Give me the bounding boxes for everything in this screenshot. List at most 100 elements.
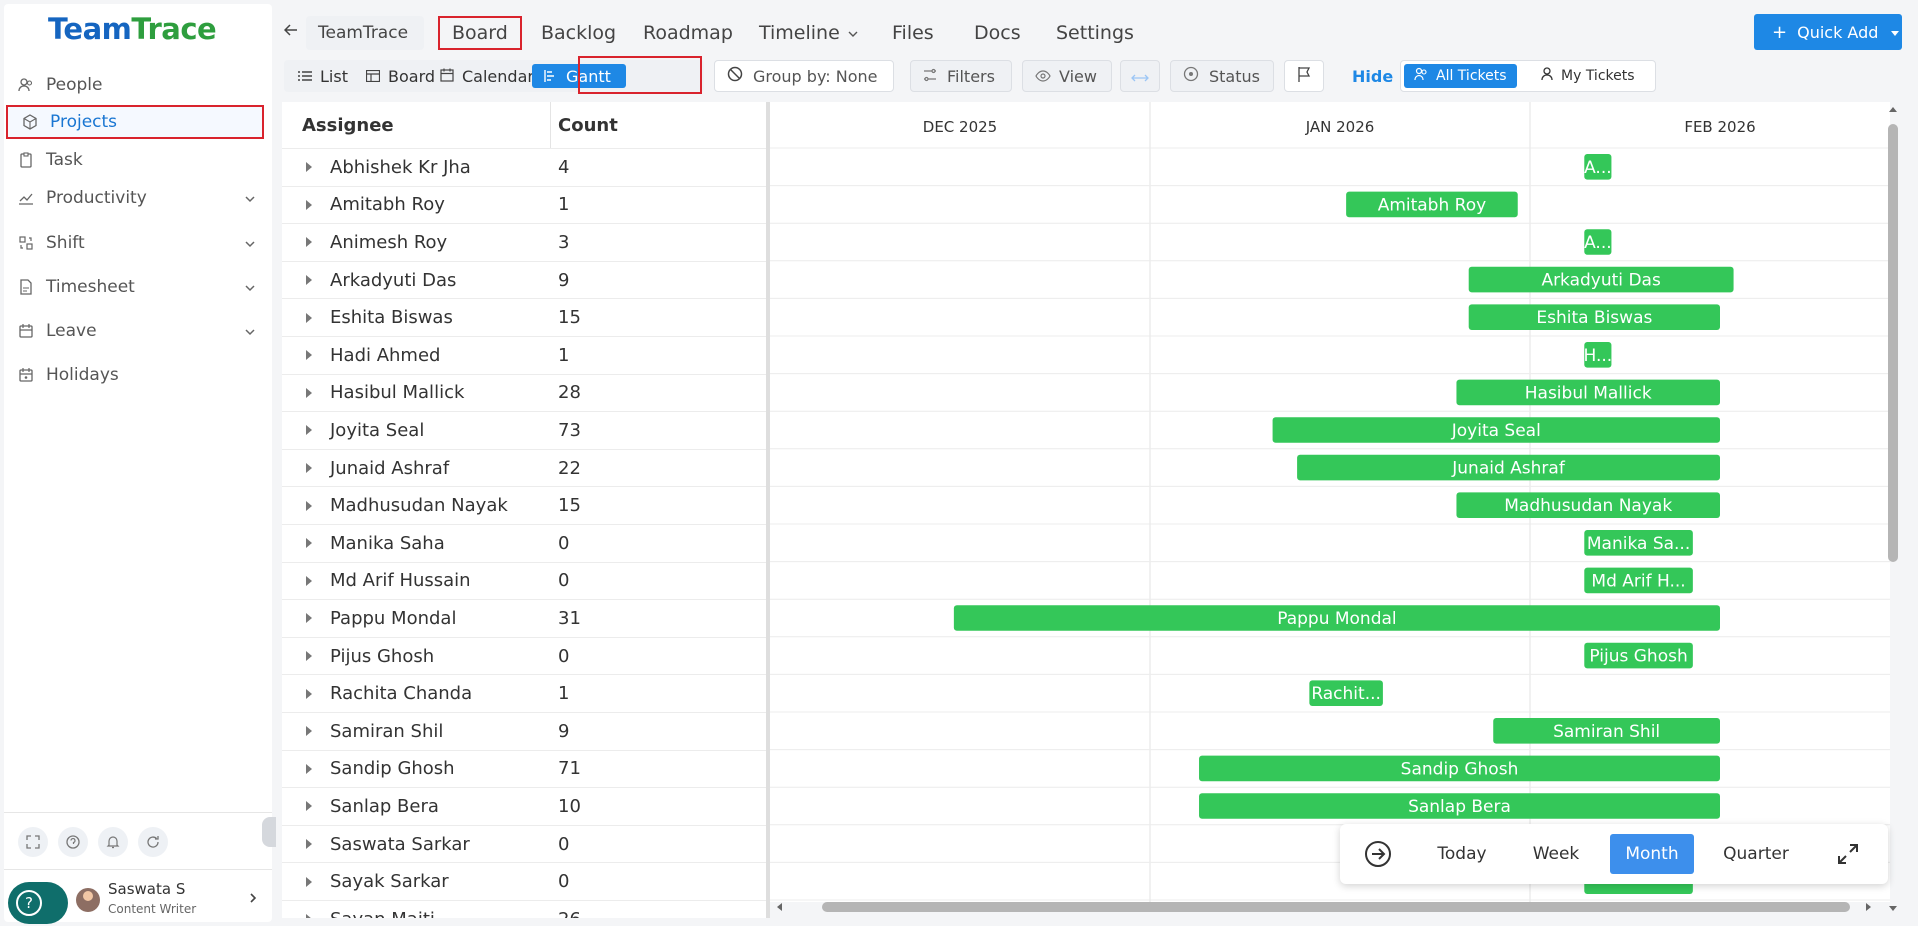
chevron-down-icon[interactable] [244, 279, 256, 299]
expand-caret-icon[interactable] [306, 350, 312, 361]
table-row[interactable]: Arkadyuti Das 9 [282, 260, 768, 299]
table-row[interactable]: Rachita Chanda 1 [282, 674, 768, 712]
expand-caret-icon[interactable] [306, 387, 312, 398]
flag-button[interactable] [1284, 60, 1324, 92]
all-tickets-button[interactable]: All Tickets [1404, 64, 1517, 88]
filters-button[interactable]: Filters [910, 60, 1012, 92]
table-row[interactable]: Sanlap Bera 10 [282, 787, 768, 825]
expand-caret-icon[interactable] [306, 876, 312, 887]
table-row[interactable]: Saswata Sarkar 0 [282, 824, 768, 863]
expand-caret-icon[interactable] [306, 500, 312, 511]
chevron-down-icon[interactable] [244, 323, 256, 343]
help-circle-icon[interactable] [58, 827, 88, 857]
table-row[interactable]: Sayan Maiti 26 [282, 900, 768, 918]
view-board-button[interactable]: Board [358, 64, 443, 88]
expand-caret-icon[interactable] [306, 199, 312, 210]
expand-caret-icon[interactable] [306, 575, 312, 586]
sidebar-item-projects[interactable]: Projects [6, 105, 264, 139]
expand-caret-icon[interactable] [306, 237, 312, 248]
bell-icon[interactable] [98, 827, 128, 857]
table-row[interactable]: Abhishek Kr Jha 4 [282, 148, 768, 186]
tab-board[interactable]: Board [438, 16, 522, 50]
column-divider[interactable] [550, 102, 551, 148]
sidebar-item-shift[interactable]: Shift [4, 226, 266, 260]
vertical-scrollbar[interactable] [1886, 104, 1900, 916]
sidebar-item-productivity[interactable]: Productivity [4, 181, 266, 215]
zoom-month-button[interactable]: Month [1610, 834, 1694, 874]
sidebar-item-people[interactable]: People [4, 68, 266, 102]
table-row[interactable]: Manika Saha 0 [282, 524, 768, 562]
expand-caret-icon[interactable] [306, 914, 312, 918]
view-calendar-button[interactable]: Calendar [432, 64, 542, 88]
chevron-down-icon[interactable] [244, 190, 256, 210]
expand-caret-icon[interactable] [306, 463, 312, 474]
app-logo[interactable]: TeamTrace [48, 12, 217, 46]
table-row[interactable]: Pappu Mondal 31 [282, 599, 768, 637]
expand-caret-icon[interactable] [306, 538, 312, 549]
sidebar-item-leave[interactable]: Leave [4, 314, 266, 348]
expand-caret-icon[interactable] [306, 688, 312, 699]
view-list-button[interactable]: List [290, 64, 356, 88]
table-row[interactable]: Eshita Biswas 15 [282, 298, 768, 336]
sidebar-item-holidays[interactable]: Holidays [4, 358, 266, 392]
status-button[interactable]: Status [1170, 60, 1274, 92]
expand-caret-icon[interactable] [306, 425, 312, 436]
hide-link[interactable]: Hide [1352, 67, 1393, 86]
sidebar-item-timesheet[interactable]: Timesheet [4, 270, 266, 304]
expand-caret-icon[interactable] [306, 651, 312, 662]
sidebar-item-label: Projects [50, 112, 118, 132]
expand-caret-icon[interactable] [306, 726, 312, 737]
horizontal-scrollbar[interactable] [770, 900, 1890, 914]
expand-caret-icon[interactable] [306, 613, 312, 624]
expand-caret-icon[interactable] [306, 312, 312, 323]
table-row[interactable]: Animesh Roy 3 [282, 223, 768, 261]
zoom-week-button[interactable]: Week [1518, 834, 1594, 874]
chevron-down-icon[interactable] [244, 235, 256, 255]
project-name[interactable]: TeamTrace [306, 16, 424, 50]
my-tickets-button[interactable]: My Tickets [1531, 64, 1645, 88]
view-options-button[interactable]: View [1022, 60, 1112, 92]
scroll-to-task-icon[interactable] [1358, 834, 1398, 874]
table-row[interactable]: Pijus Ghosh 0 [282, 636, 768, 675]
quick-add-button[interactable]: + Quick Add [1754, 14, 1902, 50]
tab-timeline[interactable]: Timeline [759, 16, 858, 50]
sidebar-item-task[interactable]: Task [4, 143, 266, 177]
column-header-count[interactable]: Count [558, 102, 618, 148]
table-row[interactable]: Madhusudan Nayak 15 [282, 486, 768, 524]
tab-backlog[interactable]: Backlog [541, 16, 616, 50]
tab-files[interactable]: Files [892, 16, 934, 50]
tab-settings[interactable]: Settings [1056, 16, 1134, 50]
refresh-icon[interactable] [138, 827, 168, 857]
table-row[interactable]: Amitabh Roy 1 [282, 185, 768, 224]
tab-roadmap[interactable]: Roadmap [643, 16, 733, 50]
fullscreen-icon[interactable] [18, 827, 48, 857]
help-button[interactable]: ? [8, 882, 68, 924]
column-header-assignee[interactable]: Assignee [302, 102, 394, 148]
arrow-left-icon[interactable] [283, 22, 298, 41]
table-row[interactable]: Sayak Sarkar 0 [282, 862, 768, 900]
expand-caret-icon[interactable] [306, 839, 312, 850]
table-row[interactable]: Joyita Seal 73 [282, 411, 768, 449]
group-by-button[interactable]: Group by: None [714, 60, 894, 92]
user-profile[interactable]: ? Saswata S Content Writer [4, 869, 272, 924]
table-row[interactable]: Sandip Ghosh 71 [282, 749, 768, 788]
expand-caret-icon[interactable] [306, 763, 312, 774]
month-label: FEB 2026 [1684, 118, 1755, 136]
expand-caret-icon[interactable] [306, 275, 312, 286]
zoom-today-button[interactable]: Today [1420, 834, 1504, 874]
table-row[interactable]: Samiran Shil 9 [282, 712, 768, 750]
expand-caret-icon[interactable] [306, 801, 312, 812]
chevron-right-icon[interactable] [248, 892, 258, 908]
table-row[interactable]: Junaid Ashraf 22 [282, 448, 768, 487]
sidebar-collapse-handle[interactable] [262, 817, 276, 847]
assignee-name: Samiran Shil [330, 720, 444, 742]
expand-caret-icon[interactable] [306, 162, 312, 173]
table-row[interactable]: Hadi Ahmed 1 [282, 336, 768, 374]
expand-icon[interactable] [1826, 834, 1870, 874]
zoom-quarter-button[interactable]: Quarter [1708, 834, 1804, 874]
tab-docs[interactable]: Docs [974, 16, 1021, 50]
table-row[interactable]: Md Arif Hussain 0 [282, 561, 768, 600]
table-row[interactable]: Hasibul Mallick 28 [282, 373, 768, 412]
expand-width-button[interactable] [1120, 60, 1160, 92]
gantt-bar-label: Samiran Shil [1553, 722, 1660, 742]
